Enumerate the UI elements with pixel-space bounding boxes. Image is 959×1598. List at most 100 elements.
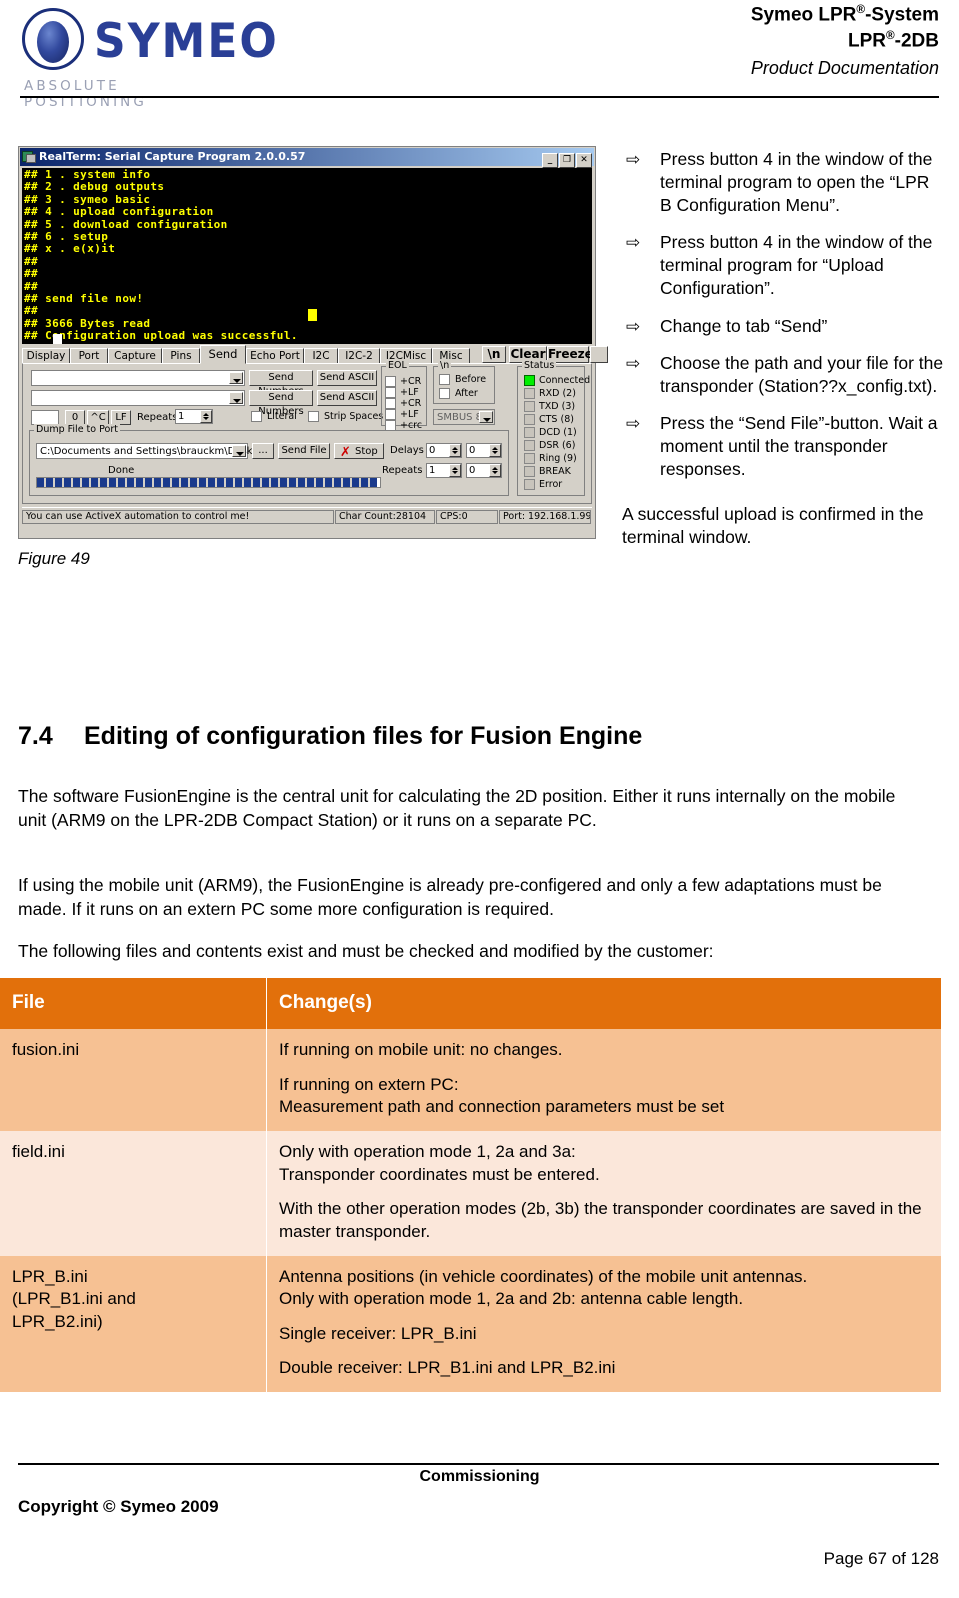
chevron-down-icon[interactable] [229,392,243,404]
tab-pins[interactable]: Pins [162,348,200,364]
strip-spaces-checkbox[interactable] [308,411,319,422]
table-cell-file: field.ini [0,1131,267,1256]
chevron-down-icon[interactable] [229,372,243,384]
section-heading: 7.4 Editing of configuration files for Fu… [18,722,642,751]
tab-echo-port[interactable]: Echo Port [246,348,304,364]
repeats-spinner-send-value: 1 [178,411,185,422]
tab-port[interactable]: Port [70,348,108,364]
spinner-arrows-icon[interactable] [489,444,501,457]
send-lf-button[interactable]: LF [111,410,131,425]
tab-capture[interactable]: Capture [108,348,162,364]
document-page: SYMEO ABSOLUTE POSITIONING Symeo LPR®-Sy… [0,0,959,1598]
eol-lf2-checkbox[interactable] [385,409,396,420]
config-files-table: File Change(s) fusion.ini If running on … [0,978,941,1392]
figure-caption: Figure 49 [18,549,90,568]
spinner-arrows-icon[interactable] [200,410,212,423]
symeo-logo: SYMEO ABSOLUTE POSITIONING [22,6,277,110]
table-cell-changes: Only with operation mode 1, 2a and 3a: T… [266,1131,941,1256]
table-row: fusion.ini If running on mobile unit: no… [0,1029,941,1132]
eol-group-title: EOL [386,360,409,371]
terminal-cursor [53,334,62,344]
send-value-combo-1[interactable] [31,370,245,386]
section-number: 7.4 [18,722,53,750]
send-ctrlc-button[interactable]: ^C [87,410,109,425]
newline-group: \n Before After [433,360,495,404]
terminal-line: ## x . e(x)it [24,242,116,256]
status-led-error [524,479,535,490]
delay1-spinner[interactable]: 0 [426,443,462,458]
stop-button[interactable]: ✗ Stop [334,443,384,459]
tab-i2c[interactable]: I2C [304,348,338,364]
section-paragraph-3: The following files and contents exist a… [18,941,714,961]
minimize-button[interactable]: _ [542,153,558,168]
delay2-spinner[interactable]: 0 [466,443,502,458]
newline-after-checkbox[interactable] [439,388,450,399]
repeats-spinner-send[interactable]: 1 [175,409,213,424]
table-header-row: File Change(s) [0,978,941,1030]
status-led-cts [524,414,535,425]
dump-repeats1-spinner[interactable]: 1 [426,463,462,478]
help-button[interactable] [590,346,608,363]
status-label-error: Error [539,479,563,490]
send-file-button[interactable]: Send File [278,443,330,459]
change-text: Double receiver: LPR_B1.ini and LPR_B2.i… [279,1358,616,1378]
literal-checkbox[interactable] [251,411,262,422]
browse-button[interactable]: ... [252,443,274,459]
eol-cr1-label: +CR [400,376,422,387]
newline-button[interactable]: \n [482,346,506,363]
send-small-field[interactable] [31,410,59,425]
section-paragraph-2: If using the mobile unit (ARM9), the Fus… [18,875,882,919]
send-zero-button[interactable]: 0 [65,410,85,425]
status-label-connected: Connected [539,375,591,386]
status-led-connected [524,375,535,386]
instruction-text: Change to tab “Send” [660,315,828,336]
dump-repeats2-spinner[interactable]: 0 [466,463,502,478]
status-label-dsr: DSR (6) [539,440,576,451]
eol-cr1-checkbox[interactable] [385,376,396,387]
dump-file-path-combo[interactable]: C:\Documents and Settings\brauckm\Deskto… [36,443,269,459]
file-name-line: (LPR_B1.ini and [12,1289,136,1309]
eol-group: EOL +CR +LF +CR +LF +crc [381,360,427,431]
tab-send[interactable]: Send [200,345,246,364]
logo-tagline: ABSOLUTE POSITIONING [24,78,147,110]
realterm-app-icon [22,149,36,163]
logo-ring-icon [22,8,84,70]
literal-label: Literal [267,411,297,422]
realterm-titlebar: RealTerm: Serial Capture Program 2.0.0.5… [20,148,594,168]
close-button[interactable]: ✕ [576,153,592,168]
instruction-text: Press the “Send File”-button. Wait a mom… [660,412,938,480]
statusbar-hint: You can use ActiveX automation to contro… [22,510,334,524]
maximize-button[interactable]: ❐ [559,153,575,168]
arrow-right-icon: ⇨ [626,413,641,433]
send-ascii-button-1[interactable]: Send ASCII [317,370,377,386]
change-text: With the other operation modes (2b, 3b) … [279,1199,922,1241]
send-ascii-button-2[interactable]: Send ASCII [317,390,377,406]
send-value-combo-2[interactable] [31,390,245,406]
eol-cr2-checkbox[interactable] [385,398,396,409]
send-numbers-button-1[interactable]: Send Numbers [249,370,313,397]
spinner-arrows-icon[interactable] [489,464,501,477]
status-label-break: BREAK [539,466,571,477]
window-controls: _ ❐ ✕ [541,150,592,168]
header-subtitle: Product Documentation [750,58,939,79]
chevron-down-icon[interactable] [479,411,493,423]
change-text: If running on mobile unit: no changes. [279,1040,563,1060]
status-label-dcd: DCD (1) [539,427,577,438]
terminal-line: ## 4 . upload configuration [24,205,214,219]
tab-i2c-2[interactable]: I2C-2 [338,348,380,364]
terminal-output[interactable]: ## 1 . system info ## 2 . debug outputs … [22,168,592,344]
newline-before-checkbox[interactable] [439,374,450,385]
smbus-select[interactable]: SMBUS 8 [433,409,495,425]
footer-copyright: Copyright © Symeo 2009 [18,1497,219,1516]
chevron-down-icon[interactable] [232,445,246,457]
statusbar-char-count: Char Count:28104 [335,510,435,524]
change-text: Only with operation mode 1, 2a and 2b: a… [279,1289,744,1309]
eol-lf2-label: +LF [400,409,419,420]
terminal-line: ## send file now! [24,292,144,306]
tab-display[interactable]: Display [22,348,70,364]
spinner-arrows-icon[interactable] [449,464,461,477]
eol-lf1-checkbox[interactable] [385,387,396,398]
send-numbers-button-2[interactable]: Send Numbers [249,390,313,417]
spinner-arrows-icon[interactable] [449,444,461,457]
header-divider [20,96,939,98]
